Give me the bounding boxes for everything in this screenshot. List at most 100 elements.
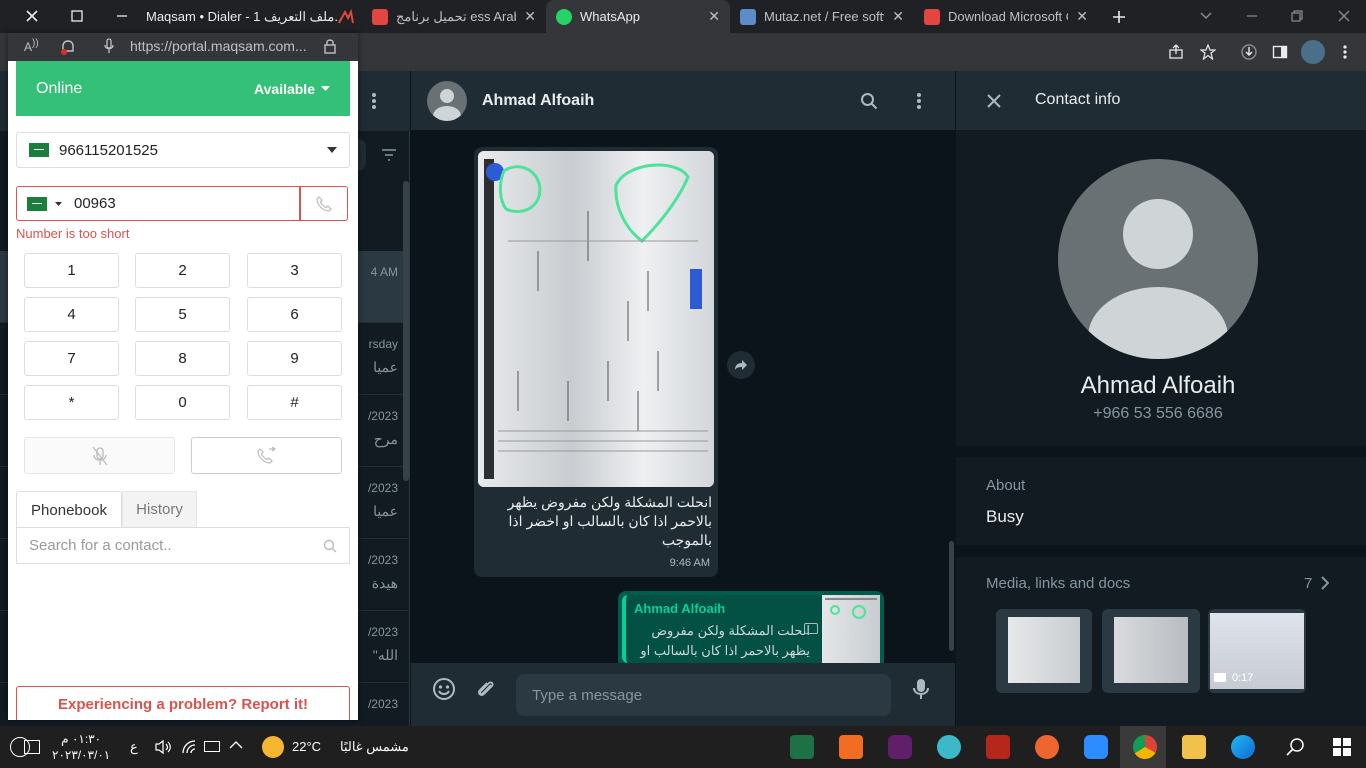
windows-start-icon[interactable] <box>1332 737 1352 757</box>
bookmark-star-icon[interactable] <box>1196 40 1220 64</box>
slack-icon[interactable] <box>888 735 912 759</box>
input-language[interactable]: ع <box>130 739 138 755</box>
call-button[interactable] <box>300 186 348 221</box>
keypad-key-0[interactable]: 0 <box>135 385 230 420</box>
edge-icon[interactable] <box>1231 735 1255 759</box>
quoted-message[interactable]: Ahmad Alfoaih انحلت المشكلة ولكن مفروض ي… <box>622 595 880 663</box>
zoom-icon[interactable] <box>1084 735 1108 759</box>
chrome-icon[interactable] <box>1133 735 1157 759</box>
keypad-key-8[interactable]: 8 <box>135 341 230 376</box>
keypad-key-4[interactable]: 4 <box>24 297 119 332</box>
xampp-icon[interactable] <box>839 735 863 759</box>
keypad-key-6[interactable]: 6 <box>247 297 342 332</box>
close-tab-icon[interactable]: ✕ <box>524 8 536 25</box>
keypad-key-1[interactable]: 1 <box>24 253 119 288</box>
tab-download-office[interactable]: Download Microsoft O ✕ <box>914 0 1098 33</box>
contact-avatar[interactable] <box>427 80 467 121</box>
keypad-key-hash[interactable]: # <box>247 385 342 420</box>
side-panel-icon[interactable] <box>1268 40 1292 64</box>
close-icon[interactable] <box>982 89 1006 113</box>
maximize-icon[interactable] <box>65 4 89 28</box>
search-icon[interactable] <box>857 89 881 113</box>
postman-icon[interactable] <box>1035 735 1059 759</box>
keypad-key-star[interactable]: * <box>24 385 119 420</box>
caller-id-select[interactable]: 966115201525 <box>16 132 350 168</box>
read-aloud-icon[interactable]: A)) <box>24 38 39 54</box>
share-icon[interactable] <box>1164 40 1188 64</box>
saudi-flag-icon[interactable] <box>27 196 47 211</box>
conversation-header[interactable]: Ahmad Alfoaih <box>411 71 955 130</box>
message-input[interactable]: Type a message <box>516 674 891 716</box>
mute-button[interactable] <box>24 437 175 474</box>
chevron-right-icon[interactable] <box>1315 573 1335 593</box>
minimize-icon[interactable] <box>1240 4 1264 28</box>
agent-status-bar[interactable]: Online Available <box>16 61 350 116</box>
media-thumbnail[interactable] <box>1102 609 1200 693</box>
media-video-thumbnail[interactable]: 0:17 <box>1208 609 1306 693</box>
tab-arabic-program[interactable]: تحميل برنامج ess Arabic ✕ <box>362 0 546 33</box>
mail-app-icon[interactable] <box>937 735 961 759</box>
keypad-key-5[interactable]: 5 <box>135 297 230 332</box>
excel-icon[interactable] <box>790 735 814 759</box>
contact-search-input[interactable]: Search for a contact.. <box>16 527 350 564</box>
new-tab-icon[interactable] <box>1107 5 1131 29</box>
keypad-key-2[interactable]: 2 <box>135 253 230 288</box>
tab-whatsapp[interactable]: WhatsApp ✕ <box>546 0 730 33</box>
lock-icon[interactable] <box>324 38 338 54</box>
contact-profile-photo[interactable] <box>1058 159 1258 359</box>
media-count[interactable]: 7 <box>1304 575 1312 592</box>
clock[interactable]: ٠١:٣٠ م ٢٠٢٣/٠٣/٠١ <box>52 731 110 763</box>
media-label[interactable]: Media, links and docs <box>986 575 1130 592</box>
battery-icon[interactable] <box>204 741 220 752</box>
tab-mutaz[interactable]: Mutaz.net / Free softw ✕ <box>730 0 914 33</box>
screenshot-image[interactable] <box>478 151 714 487</box>
file-explorer-icon[interactable] <box>1182 735 1206 759</box>
tab-phonebook[interactable]: Phonebook <box>16 491 122 528</box>
close-tab-icon[interactable]: ✕ <box>892 8 904 25</box>
forward-icon[interactable] <box>727 351 755 379</box>
transfer-call-button[interactable] <box>191 437 342 474</box>
browser-tab-strip: Maqsam • Dialer - ملف التعريف 1... تحميل… <box>0 0 1366 33</box>
message-bubble[interactable]: انحلت المشكلة ولكن مفروض يظهر بالاحمر اذ… <box>474 147 718 577</box>
country-caret-icon[interactable] <box>55 201 62 206</box>
weather-temp[interactable]: 22°C <box>292 739 321 754</box>
close-window-icon[interactable] <box>1332 4 1356 28</box>
attach-paperclip-icon[interactable] <box>473 676 499 702</box>
conversation-scrollbar[interactable] <box>949 541 954 651</box>
minimize-icon[interactable] <box>110 4 134 28</box>
profile-avatar[interactable] <box>1301 40 1325 64</box>
popup-url[interactable]: https://portal.maqsam.com... <box>130 38 310 54</box>
close-tab-icon[interactable]: ✕ <box>1076 8 1088 25</box>
microphone-icon[interactable] <box>104 38 114 54</box>
emoji-icon[interactable] <box>431 676 457 702</box>
wifi-icon[interactable] <box>181 739 197 755</box>
weather-description[interactable]: مشمس غالبًا <box>340 739 409 755</box>
tab-search-icon[interactable] <box>1194 4 1218 28</box>
menu-kebab-icon[interactable] <box>907 89 931 113</box>
filezilla-icon[interactable] <box>986 735 1010 759</box>
download-icon[interactable] <box>1237 40 1261 64</box>
phone-number-input[interactable]: 00963 <box>16 186 300 221</box>
notifications-blocked-icon[interactable] <box>60 38 74 55</box>
availability-dropdown[interactable]: Available <box>254 81 330 97</box>
microphone-icon[interactable] <box>908 676 934 702</box>
search-icon[interactable] <box>1285 737 1305 757</box>
report-problem-button[interactable]: Experiencing a problem? Report it! <box>16 686 350 720</box>
reply-message-bubble[interactable]: Ahmad Alfoaih انحلت المشكلة ولكن مفروض ي… <box>618 591 884 663</box>
filter-icon[interactable] <box>377 143 401 167</box>
weather-sun-icon[interactable] <box>262 736 284 758</box>
keypad-key-9[interactable]: 9 <box>247 341 342 376</box>
chat-list-scrollbar[interactable] <box>403 181 409 481</box>
menu-kebab-icon[interactable] <box>1333 40 1357 64</box>
chevron-up-icon[interactable] <box>229 739 243 753</box>
volume-icon[interactable] <box>155 739 171 755</box>
close-tab-icon[interactable]: ✕ <box>708 8 720 25</box>
tab-history[interactable]: History <box>122 491 197 528</box>
media-thumbnail[interactable] <box>996 609 1092 693</box>
keypad-key-3[interactable]: 3 <box>247 253 342 288</box>
restore-icon[interactable] <box>1285 4 1309 28</box>
chat-bubble-icon[interactable] <box>24 740 40 754</box>
close-window-icon[interactable] <box>20 4 44 28</box>
keypad-key-7[interactable]: 7 <box>24 341 119 376</box>
menu-kebab-icon[interactable] <box>362 89 386 113</box>
